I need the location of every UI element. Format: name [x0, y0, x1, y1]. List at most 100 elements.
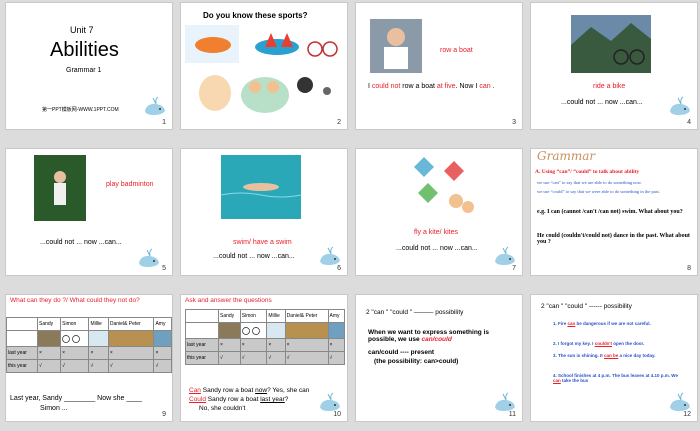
slide-heading: 2 "can " "could " ——— possibility [366, 309, 464, 316]
cell: × [36, 346, 62, 360]
slide-thumbnail-3[interactable]: row a boat I could not row a boat at fiv… [355, 2, 523, 130]
exercise-item: 2. I forgot my key. I couldn't open the … [553, 341, 645, 346]
slide-heading: 2 "can " "could " ------ possibility [541, 303, 632, 310]
row-label: this year [6, 359, 38, 373]
whale-icon [320, 246, 340, 265]
slide-number: 1 [162, 119, 166, 126]
whale-icon [495, 392, 515, 411]
swimmer-photo [221, 155, 301, 219]
whale-icon [495, 246, 515, 265]
ability-sentence: I could not row a boat at five. Now I ca… [368, 83, 495, 90]
ability-table: Sandy Simon Millie Daniel& Peter Amy las… [6, 317, 172, 373]
col-header: Daniel& Peter [284, 309, 329, 323]
slide-number: 7 [512, 265, 516, 272]
ability-pattern: ...could not ... now ...can... [40, 239, 122, 246]
slide-number: 4 [687, 119, 691, 126]
slide-thumbnail-10[interactable]: Ask and answer the questions Sandy Simon… [180, 294, 348, 422]
slide-heading: Do you know these sports? [203, 11, 308, 20]
cell: × [239, 338, 268, 352]
col-header: Sandy [218, 309, 241, 323]
slide-thumbnail-1[interactable]: Unit 7 Abilities Grammar 1 第一PPT模板网-WWW.… [5, 2, 173, 130]
whale-icon [320, 392, 340, 411]
slide-thumbnail-7[interactable]: fly a kite/ kites ...could not ... now .… [355, 148, 523, 276]
cell: × [153, 346, 172, 360]
slide-thumbnail-8[interactable]: Grammar A. Using “can”/ “could” to talk … [530, 148, 698, 276]
explanation-possibility: (the possibility: can>could) [374, 358, 459, 365]
col-header: Daniel& Peter [107, 317, 155, 331]
col-header: Amy [327, 309, 345, 323]
badminton-player-photo [34, 155, 86, 221]
exercise-item: 4. School finishes at 4 p.m. The bus lea… [553, 373, 678, 383]
bike-icon [241, 326, 260, 335]
slide-number: 5 [162, 265, 166, 272]
cell: × [327, 338, 345, 352]
question-2: Could Sandy row a boat last year? [189, 396, 289, 403]
activity-caption: play badminton [106, 181, 154, 188]
bike-icon [62, 334, 81, 343]
cell: √ [88, 359, 109, 373]
cell: √ [153, 359, 172, 373]
activity-caption: row a boat [440, 47, 473, 54]
ability-pattern: ...could not ... now ...can... [561, 99, 643, 106]
slide-thumbnail-9[interactable]: What can they do ?/ What could they not … [5, 294, 173, 422]
slide-thumbnail-4[interactable]: ride a bike ...could not ... now ...can.… [530, 2, 698, 130]
slide-number: 10 [333, 411, 341, 418]
grammar-example-2: He could (couldn't/could not) dance in t… [537, 233, 690, 245]
question-1: Can Sandy row a boat now? Yes, she can [189, 387, 310, 394]
cell: × [107, 346, 155, 360]
slide-subtitle: Grammar 1 [66, 67, 102, 74]
col-header: Millie [88, 317, 109, 331]
slide-title: Abilities [50, 39, 119, 61]
slide-heading: What can they do ?/ What could they not … [10, 297, 140, 304]
slide-number: 9 [162, 411, 166, 418]
slide-number: 6 [337, 265, 341, 272]
cyclist-photo [571, 15, 651, 73]
exercise-item: 3. The sun is shining. It can be a nice … [553, 353, 656, 358]
explanation-present: can/could ---- present [368, 349, 435, 356]
grammar-example-1: e.g. I can (cannot /can't /can not) swim… [537, 209, 683, 215]
cell: √ [218, 351, 241, 365]
slide-thumbnail-11[interactable]: 2 "can " "could " ——— possibility When w… [355, 294, 523, 422]
col-header: Millie [266, 309, 286, 323]
cell: √ [284, 351, 329, 365]
col-header: Amy [153, 317, 172, 331]
cell: × [60, 346, 90, 360]
grammar-rule-can: we use “can” to say that we are able to … [537, 180, 642, 185]
kites-illustration [404, 153, 480, 223]
whale-icon [145, 96, 165, 115]
boy-rowing-photo [370, 19, 422, 73]
whale-icon [139, 248, 159, 267]
slide-thumbnail-5[interactable]: play badminton ...could not ... now ...c… [5, 148, 173, 276]
row-label: this year [185, 351, 219, 365]
slide-number: 12 [683, 411, 691, 418]
slide-heading: Ask and answer the questions [185, 297, 272, 304]
unit-label: Unit 7 [70, 25, 94, 35]
slide-thumbnail-12[interactable]: 2 "can " "could " ------ possibility 1. … [530, 294, 698, 422]
slide-number: 8 [687, 265, 691, 272]
slide-thumbnail-6[interactable]: swim/ have a swim ...could not ... now .… [180, 148, 348, 276]
grammar-rule-could: we use “could” to say that we were able … [537, 189, 660, 194]
slide-number: 2 [337, 119, 341, 126]
col-header: Sandy [36, 317, 62, 331]
grammar-heading: Grammar [537, 149, 596, 163]
ability-pattern: ...could not ... now ...can... [213, 253, 295, 260]
sports-illustrations-image [185, 25, 338, 113]
cell: √ [327, 351, 345, 365]
cell: √ [266, 351, 286, 365]
cell: √ [60, 359, 90, 373]
slide-number: 11 [508, 411, 516, 418]
cell: √ [239, 351, 268, 365]
answer: No, she couldn't [199, 405, 246, 412]
cell: × [266, 338, 286, 352]
row-label: last year [185, 338, 219, 352]
ability-pattern: ...could not ... now ...can... [396, 245, 478, 252]
whale-icon [670, 96, 690, 115]
col-header: Simon [60, 317, 90, 331]
cell: √ [107, 359, 155, 373]
cell: × [88, 346, 109, 360]
grammar-point-a: A. Using “can”/ “could” to talk about ab… [535, 169, 640, 175]
footer-watermark: 第一PPT模板网-WWW.1PPT.COM [42, 107, 119, 113]
activity-caption: ride a bike [593, 83, 626, 90]
cell: √ [36, 359, 62, 373]
slide-thumbnail-2[interactable]: Do you know these sports? 2 [180, 2, 348, 130]
